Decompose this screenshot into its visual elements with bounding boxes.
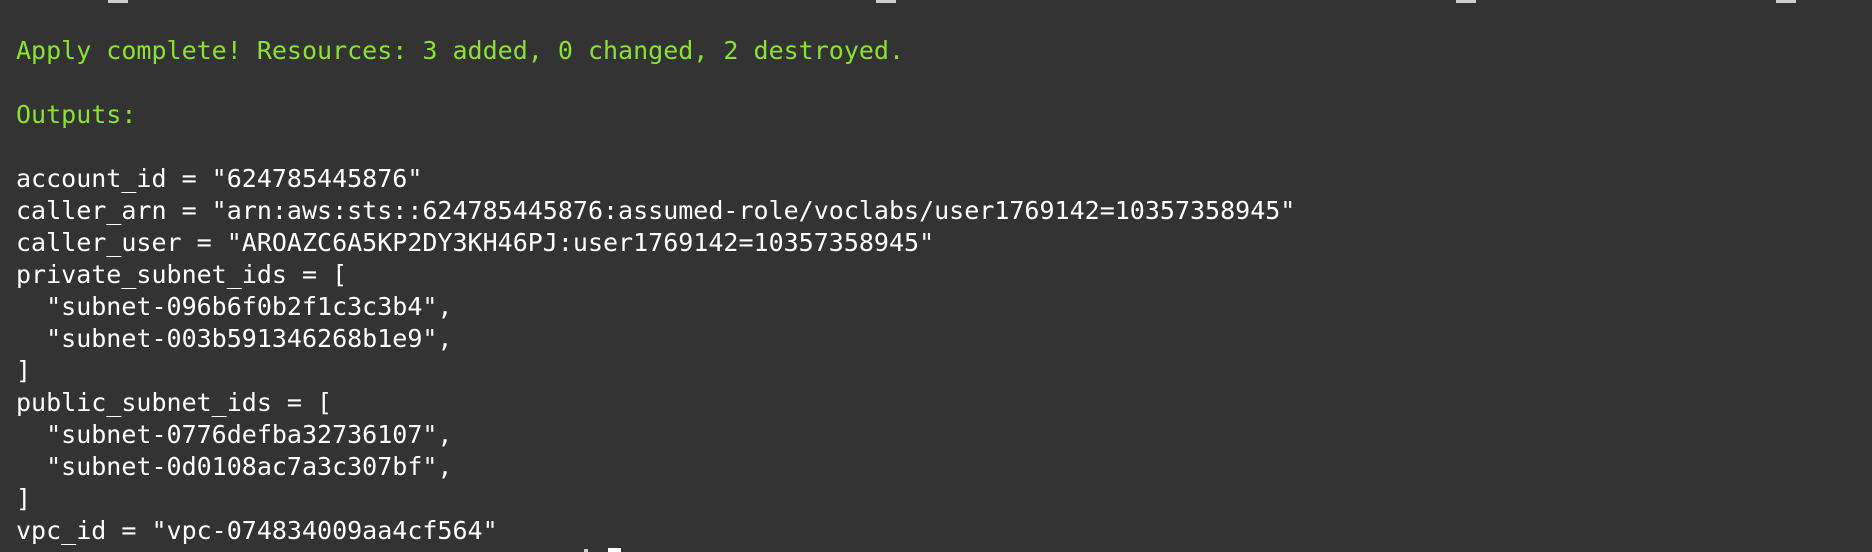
output-private-subnet-item: "subnet-003b591346268b1e9", bbox=[16, 324, 453, 353]
output-private-subnet-ids-close: ] bbox=[16, 356, 32, 385]
output-vpc-id: vpc_id = "vpc-074834009aa4cf564" bbox=[16, 516, 498, 545]
clipped-previous-output bbox=[1456, 0, 1476, 3]
clipped-previous-output bbox=[108, 0, 128, 3]
terminal-cursor bbox=[608, 548, 621, 552]
output-private-subnet-ids-open: private_subnet_ids = [ bbox=[16, 260, 348, 289]
output-private-subnet-item: "subnet-096b6f0b2f1c3c3b4", bbox=[16, 292, 453, 321]
output-public-subnet-ids-close: ] bbox=[16, 484, 32, 513]
output-public-subnet-item: "subnet-0776defba32736107", bbox=[16, 420, 453, 449]
output-public-subnet-ids-open: public_subnet_ids = [ bbox=[16, 388, 333, 417]
terminal-window[interactable]: Apply complete! Resources: 3 added, 0 ch… bbox=[0, 0, 1872, 552]
outputs-header: Outputs: bbox=[16, 100, 137, 129]
apply-complete-message: Apply complete! Resources: 3 added, 0 ch… bbox=[16, 36, 905, 65]
clipped-previous-output bbox=[1776, 0, 1796, 3]
output-caller-arn: caller_arn = "arn:aws:sts::624785445876:… bbox=[16, 196, 1296, 225]
output-account-id: account_id = "624785445876" bbox=[16, 164, 423, 193]
output-public-subnet-item: "subnet-0d0108ac7a3c307bf", bbox=[16, 452, 453, 481]
clipped-previous-output bbox=[876, 0, 896, 3]
output-caller-user: caller_user = "AROAZC6A5KP2DY3KH46PJ:use… bbox=[16, 228, 935, 257]
